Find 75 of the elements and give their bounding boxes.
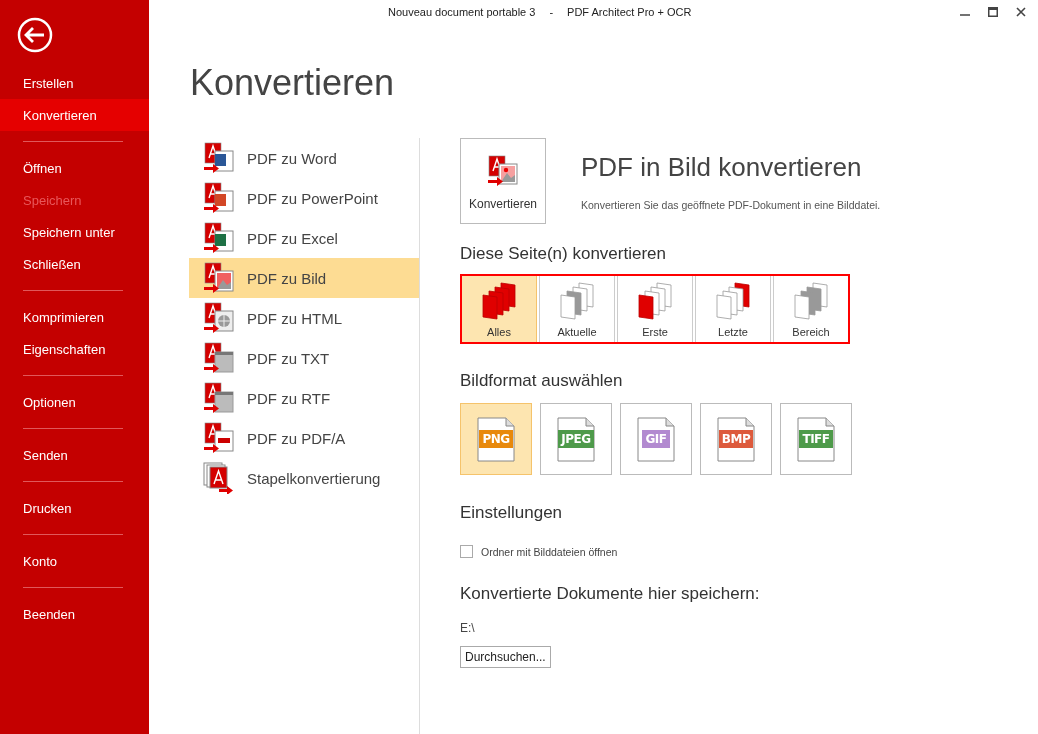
sidebar-item[interactable]: Beenden xyxy=(0,598,149,630)
page-option-button[interactable]: Letzte xyxy=(695,276,771,342)
sidebar-item[interactable]: Schließen xyxy=(0,248,149,280)
format-tag: GIF xyxy=(642,430,670,448)
page-stack-icon xyxy=(479,281,519,323)
page-stack-icon xyxy=(635,281,675,323)
pdf-conversion-icon xyxy=(203,262,235,294)
format-tag: TIFF xyxy=(799,430,833,448)
sidebar-item[interactable]: Eigenschaften xyxy=(0,333,149,365)
close-icon[interactable] xyxy=(1016,7,1026,17)
format-button[interactable]: JPEG xyxy=(540,403,612,475)
page-stack-icon xyxy=(713,281,753,323)
sidebar-item[interactable]: Speichern unter xyxy=(0,216,149,248)
settings-heading: Einstellungen xyxy=(460,503,564,523)
page-option-button[interactable]: Aktuelle xyxy=(539,276,615,342)
format-heading: Bildformat auswählen xyxy=(460,371,624,391)
app-title: PDF Architect Pro + OCR xyxy=(567,6,692,18)
sidebar-item[interactable]: Öffnen xyxy=(0,152,149,184)
conversion-item[interactable]: PDF zu TXT xyxy=(189,338,419,378)
sidebar-item[interactable]: Komprimieren xyxy=(0,301,149,333)
format-tag: BMP xyxy=(718,430,754,448)
sidebar-item[interactable]: Konvertieren xyxy=(0,99,149,131)
sidebar-item[interactable]: Senden xyxy=(0,439,149,471)
conversion-item[interactable]: PDF zu Bild xyxy=(189,258,419,298)
description-text: Konvertieren Sie das geöffnete PDF-Dokument in eine Bilddatei. xyxy=(581,199,881,211)
conversion-item[interactable]: PDF zu PDF/A xyxy=(189,418,419,458)
sidebar-item[interactable]: Optionen xyxy=(0,386,149,418)
conversion-item[interactable]: PDF zu RTF xyxy=(189,378,419,418)
conversion-label: PDF zu RTF xyxy=(247,389,331,407)
conversion-item[interactable]: Stapelkonvertierung xyxy=(189,458,419,498)
checkbox[interactable] xyxy=(460,545,473,558)
format-tag: JPEG xyxy=(558,430,594,448)
sidebar-item[interactable]: Konto xyxy=(0,545,149,577)
format-button[interactable]: BMP xyxy=(700,403,772,475)
back-button[interactable] xyxy=(17,17,53,53)
page-option-button[interactable]: Erste xyxy=(617,276,693,342)
pdf-to-image-icon xyxy=(487,155,519,187)
sidebar-item[interactable]: Erstellen xyxy=(0,67,149,99)
convert-button[interactable]: Konvertieren xyxy=(460,138,546,224)
save-heading: Konvertierte Dokumente hier speichern: xyxy=(460,584,761,604)
conversion-item[interactable]: PDF zu HTML xyxy=(189,298,419,338)
page-stack-icon xyxy=(791,281,831,323)
pdf-conversion-icon xyxy=(203,382,235,414)
page-stack-icon xyxy=(557,281,597,323)
pages-heading: Diese Seite(n) konvertieren xyxy=(460,244,667,264)
conversion-item[interactable]: PDF zu Excel xyxy=(189,218,419,258)
maximize-icon[interactable] xyxy=(988,7,998,17)
save-path: E:\ xyxy=(460,621,476,635)
format-button[interactable]: TIFF xyxy=(780,403,852,475)
conversion-label: PDF zu Excel xyxy=(247,229,338,247)
format-tag: PNG xyxy=(479,430,513,448)
browse-button[interactable]: Durchsuchen... xyxy=(460,646,551,668)
sidebar-item[interactable]: Drucken xyxy=(0,492,149,524)
pdf-conversion-icon xyxy=(203,182,235,214)
pdf-conversion-icon xyxy=(203,302,235,334)
conversion-label: Stapelkonvertierung xyxy=(247,469,381,487)
conversion-label: PDF zu PowerPoint xyxy=(247,189,378,207)
conversion-label: PDF zu Bild xyxy=(247,269,327,287)
title-separator: - xyxy=(549,6,554,18)
pdf-conversion-icon xyxy=(203,342,235,374)
conversion-label: PDF zu HTML xyxy=(247,309,342,327)
stacked-pdf-icon xyxy=(203,462,235,494)
conversion-item[interactable]: PDF zu Word xyxy=(189,138,419,178)
page-option-button[interactable]: Alles xyxy=(462,276,537,342)
conversion-label: PDF zu PDF/A xyxy=(247,429,346,447)
conversion-label: PDF zu Word xyxy=(247,149,337,167)
pdf-conversion-icon xyxy=(203,142,235,174)
page-title: Konvertieren xyxy=(190,62,396,104)
conversion-item[interactable]: PDF zu PowerPoint xyxy=(189,178,419,218)
pdf-conversion-icon xyxy=(203,422,235,454)
document-title: Nouveau document portable 3 xyxy=(388,6,536,18)
section-heading: PDF in Bild konvertieren xyxy=(581,152,863,183)
checkbox-label: Ordner mit Bilddateien öffnen xyxy=(481,545,618,558)
conversion-label: PDF zu TXT xyxy=(247,349,330,367)
pdf-conversion-icon xyxy=(203,222,235,254)
